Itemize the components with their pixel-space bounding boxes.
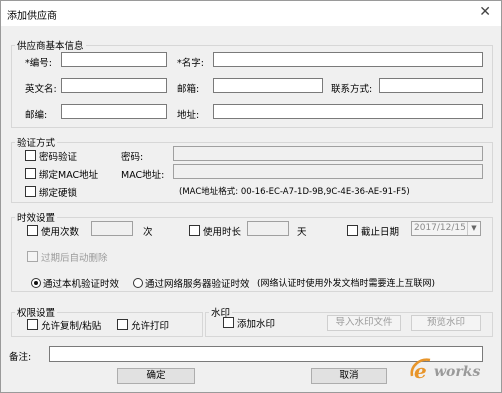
id-field[interactable]	[61, 52, 167, 67]
bind-mac-checkbox[interactable]	[25, 168, 36, 179]
use-count-field[interactable]	[91, 221, 133, 236]
use-count-label: 使用次数	[41, 227, 80, 238]
add-watermark-checkbox[interactable]	[223, 317, 234, 328]
allow-copy-checkbox[interactable]	[27, 319, 38, 330]
add-watermark-label: 添加水印	[237, 319, 276, 330]
logo-letter: e	[414, 359, 427, 383]
count-unit: 次	[143, 227, 153, 238]
verify-legend: 验证方式	[17, 138, 56, 149]
deadline-checkbox[interactable]	[347, 225, 358, 236]
english-name-label: 英文名:	[25, 84, 57, 95]
postcode-field[interactable]	[61, 104, 167, 119]
permission-legend: 权限设置	[17, 308, 56, 319]
radio-note: (网络认证时使用外发文档时需要连上互联网)	[257, 279, 436, 289]
title-bar: 添加供应商 ✕	[1, 1, 501, 26]
basic-info-legend: 供应商基本信息	[17, 41, 84, 52]
import-watermark-button[interactable]: 导入水印文件	[327, 315, 401, 331]
mac-label: MAC地址:	[121, 170, 165, 181]
dialog-title: 添加供应商	[7, 11, 57, 22]
dialog-window: 添加供应商 ✕ 供应商基本信息 *编号: *名字: 英文名: 邮箱: 联系方式:…	[0, 0, 502, 393]
contact-field[interactable]	[379, 78, 483, 93]
radio-local-label: 通过本机验证时效	[43, 279, 120, 290]
password-verify-checkbox[interactable]	[25, 150, 36, 161]
bind-dongle-checkbox[interactable]	[25, 186, 36, 197]
use-duration-label: 使用时长	[203, 227, 242, 238]
bind-dongle-label: 绑定硬锁	[39, 188, 78, 199]
mac-format-hint: (MAC地址格式: 00-16-EC-A7-1D-9B,9C-4E-36-AE-…	[179, 187, 410, 197]
bind-mac-label: 绑定MAC地址	[39, 170, 99, 181]
password-field[interactable]	[173, 146, 483, 161]
auto-delete-checkbox[interactable]	[27, 251, 38, 262]
deadline-date-picker[interactable]: 2017/12/15 ▼	[411, 221, 481, 236]
auto-delete-label: 过期后自动删除	[41, 253, 108, 264]
password-verify-label: 密码验证	[39, 152, 78, 163]
validity-legend: 时效设置	[17, 213, 56, 224]
id-label: *编号:	[25, 58, 52, 69]
address-field[interactable]	[213, 104, 483, 119]
postcode-label: 邮编:	[25, 110, 48, 121]
name-label: *名字:	[177, 58, 204, 69]
email-label: 邮箱:	[177, 84, 200, 95]
english-name-field[interactable]	[61, 78, 167, 93]
email-field[interactable]	[213, 78, 323, 93]
contact-label: 联系方式:	[331, 84, 373, 95]
address-label: 地址:	[177, 110, 200, 121]
permission-group: 权限设置	[11, 305, 203, 337]
use-duration-field[interactable]	[247, 221, 289, 236]
use-duration-checkbox[interactable]	[189, 225, 200, 236]
password-label: 密码:	[121, 152, 144, 163]
remark-label: 备注:	[9, 352, 32, 363]
deadline-date-value: 2017/12/15	[414, 223, 466, 233]
eworks-logo: e works	[410, 358, 480, 383]
deadline-label: 截止日期	[361, 227, 400, 238]
cancel-button[interactable]: 取消	[311, 368, 387, 384]
ok-button[interactable]: 确定	[117, 368, 195, 384]
close-icon[interactable]: ✕	[479, 4, 491, 20]
mac-field[interactable]	[173, 164, 483, 179]
logo-text: works	[434, 364, 480, 380]
use-count-checkbox[interactable]	[27, 225, 38, 236]
preview-watermark-button[interactable]: 预览水印	[411, 315, 481, 331]
allow-copy-label: 允许复制/粘贴	[41, 321, 102, 332]
radio-server-verify[interactable]	[133, 278, 143, 288]
allow-print-checkbox[interactable]	[117, 319, 128, 330]
duration-unit: 天	[297, 227, 307, 238]
chevron-down-icon[interactable]: ▼	[467, 222, 480, 235]
radio-local-verify[interactable]	[31, 278, 41, 288]
allow-print-label: 允许打印	[131, 321, 170, 332]
radio-server-label: 通过网络服务器验证时效	[145, 279, 250, 290]
name-field[interactable]	[213, 52, 483, 67]
